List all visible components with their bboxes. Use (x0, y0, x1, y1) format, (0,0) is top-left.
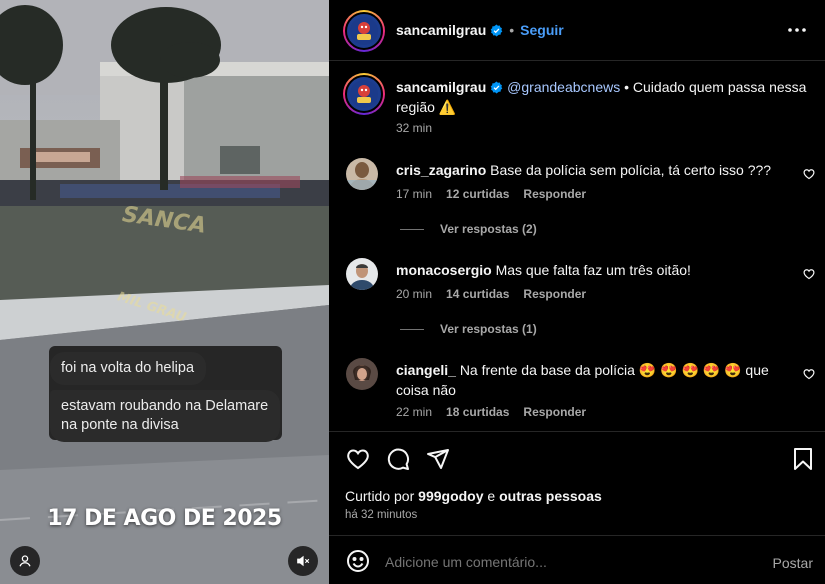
liked-by-others[interactable]: outras pessoas (499, 488, 602, 504)
liked-by: Curtido por 999godoy e outras pessoas (345, 488, 602, 504)
send-icon (427, 449, 449, 469)
comment-1-body: cris_zagarino Base da polícia sem políci… (396, 160, 786, 180)
bookmark-icon (794, 448, 812, 470)
comment-2-time[interactable]: 20 min (396, 287, 432, 301)
comment-3-username[interactable]: ciangeli_ (396, 362, 456, 378)
comment-1-view-replies[interactable]: Ver respostas (2) (400, 222, 537, 236)
post-timestamp[interactable]: há 32 minutos (345, 509, 417, 521)
sanca-logo-icon (350, 17, 378, 45)
comment-2-view-replies[interactable]: Ver respostas (1) (400, 322, 537, 336)
comment-bubble-icon (387, 448, 410, 470)
post-media-video[interactable]: SANCA MIL GRAU foi na volta do helipa es… (0, 0, 329, 584)
comment-1-likes[interactable]: 12 curtidas (446, 187, 509, 201)
liked-by-mid: e (483, 488, 500, 504)
replies-divider-line (400, 229, 424, 231)
header-separator: • (509, 22, 515, 38)
avatar (346, 358, 378, 390)
comment-3-reply-button[interactable]: Responder (523, 405, 586, 419)
comment-1-meta: 17 min 12 curtidas Responder (396, 187, 586, 201)
verified-badge-icon (490, 24, 503, 37)
comment-1-like-icon[interactable] (803, 168, 815, 180)
comment-1-username[interactable]: cris_zagarino (396, 162, 486, 178)
save-button[interactable] (790, 446, 816, 472)
comment-3-like-icon[interactable] (803, 368, 815, 380)
caption-time[interactable]: 32 min (396, 121, 432, 135)
chat-bubble-2: estavam roubando na Delamare na ponte na… (50, 390, 280, 442)
avatar (346, 258, 378, 290)
sanca-logo-icon (350, 80, 378, 108)
emoji-button[interactable] (345, 548, 371, 574)
avatar (346, 158, 378, 190)
mute-button[interactable] (288, 546, 318, 576)
comment-2-likes[interactable]: 14 curtidas (446, 287, 509, 301)
smiley-icon (347, 550, 369, 572)
more-options-button[interactable] (785, 22, 809, 38)
post-header: sancamilgrau • Seguir (329, 0, 825, 61)
comment-avatar-ciangeli_[interactable] (346, 358, 378, 390)
post-comment-button[interactable]: Postar (773, 555, 813, 571)
caption-username[interactable]: sancamilgrau (396, 79, 486, 95)
comment-2-like-icon[interactable] (803, 268, 815, 280)
share-button[interactable] (425, 446, 451, 472)
author-username[interactable]: sancamilgrau (396, 22, 486, 38)
caption-avatar[interactable] (343, 73, 385, 115)
post-caption: sancamilgrau @grandeabcnews • Cuidado qu… (396, 77, 811, 117)
header-user-line: sancamilgrau • Seguir (396, 22, 564, 40)
author-avatar[interactable] (343, 10, 385, 52)
comment-bar: Postar (329, 535, 825, 584)
comment-2-username[interactable]: monacosergio (396, 262, 492, 278)
post-details-panel: sancamilgrau • Seguir sancamilgrau @grande… (329, 0, 825, 584)
speaker-muted-icon (297, 555, 310, 567)
comment-2-meta: 20 min 14 curtidas Responder (396, 287, 586, 301)
caption-mention-link[interactable]: @grandeabcnews (507, 79, 620, 95)
comment-3-body: ciangeli_ Na frente da base da polícia 😍… (396, 360, 771, 400)
comment-3-likes[interactable]: 18 curtidas (446, 405, 509, 419)
like-button[interactable] (345, 446, 371, 472)
follow-button[interactable]: Seguir (520, 22, 564, 38)
chat-bubble-1: foi na volta do helipa (50, 352, 206, 385)
comment-3-meta: 22 min 18 curtidas Responder (396, 405, 586, 419)
comment-1-text: Base da polícia sem polícia, tá certo is… (490, 162, 772, 178)
comment-1-view-replies-label: Ver respostas (2) (440, 222, 537, 236)
post-actions: Curtido por 999godoy e outras pessoas há… (329, 431, 825, 535)
liked-by-user[interactable]: 999godoy (418, 488, 483, 504)
comment-button[interactable] (385, 446, 411, 472)
comment-avatar-monacosergio[interactable] (346, 258, 378, 290)
comment-input[interactable] (385, 554, 715, 570)
more-options-icon (788, 28, 806, 32)
comment-3-time[interactable]: 22 min (396, 405, 432, 419)
user-tags-button[interactable] (10, 546, 40, 576)
comment-2-reply-button[interactable]: Responder (523, 287, 586, 301)
person-icon (19, 555, 31, 567)
comment-2-body: monacosergio Mas que falta faz um três o… (396, 260, 786, 280)
comment-avatar-cris_zagarino[interactable] (346, 158, 378, 190)
video-date-overlay: 17 DE AGO DE 2025 (47, 506, 282, 531)
comment-2-view-replies-label: Ver respostas (1) (440, 322, 537, 336)
liked-by-prefix: Curtido por (345, 488, 419, 504)
comment-1-time[interactable]: 17 min (396, 187, 432, 201)
verified-badge-icon (490, 81, 503, 94)
heart-icon (347, 449, 369, 470)
video-frame (0, 0, 329, 584)
replies-divider-line (400, 329, 424, 331)
comment-1-reply-button[interactable]: Responder (523, 187, 586, 201)
comment-2-text: Mas que falta faz um três oitão! (495, 262, 691, 278)
